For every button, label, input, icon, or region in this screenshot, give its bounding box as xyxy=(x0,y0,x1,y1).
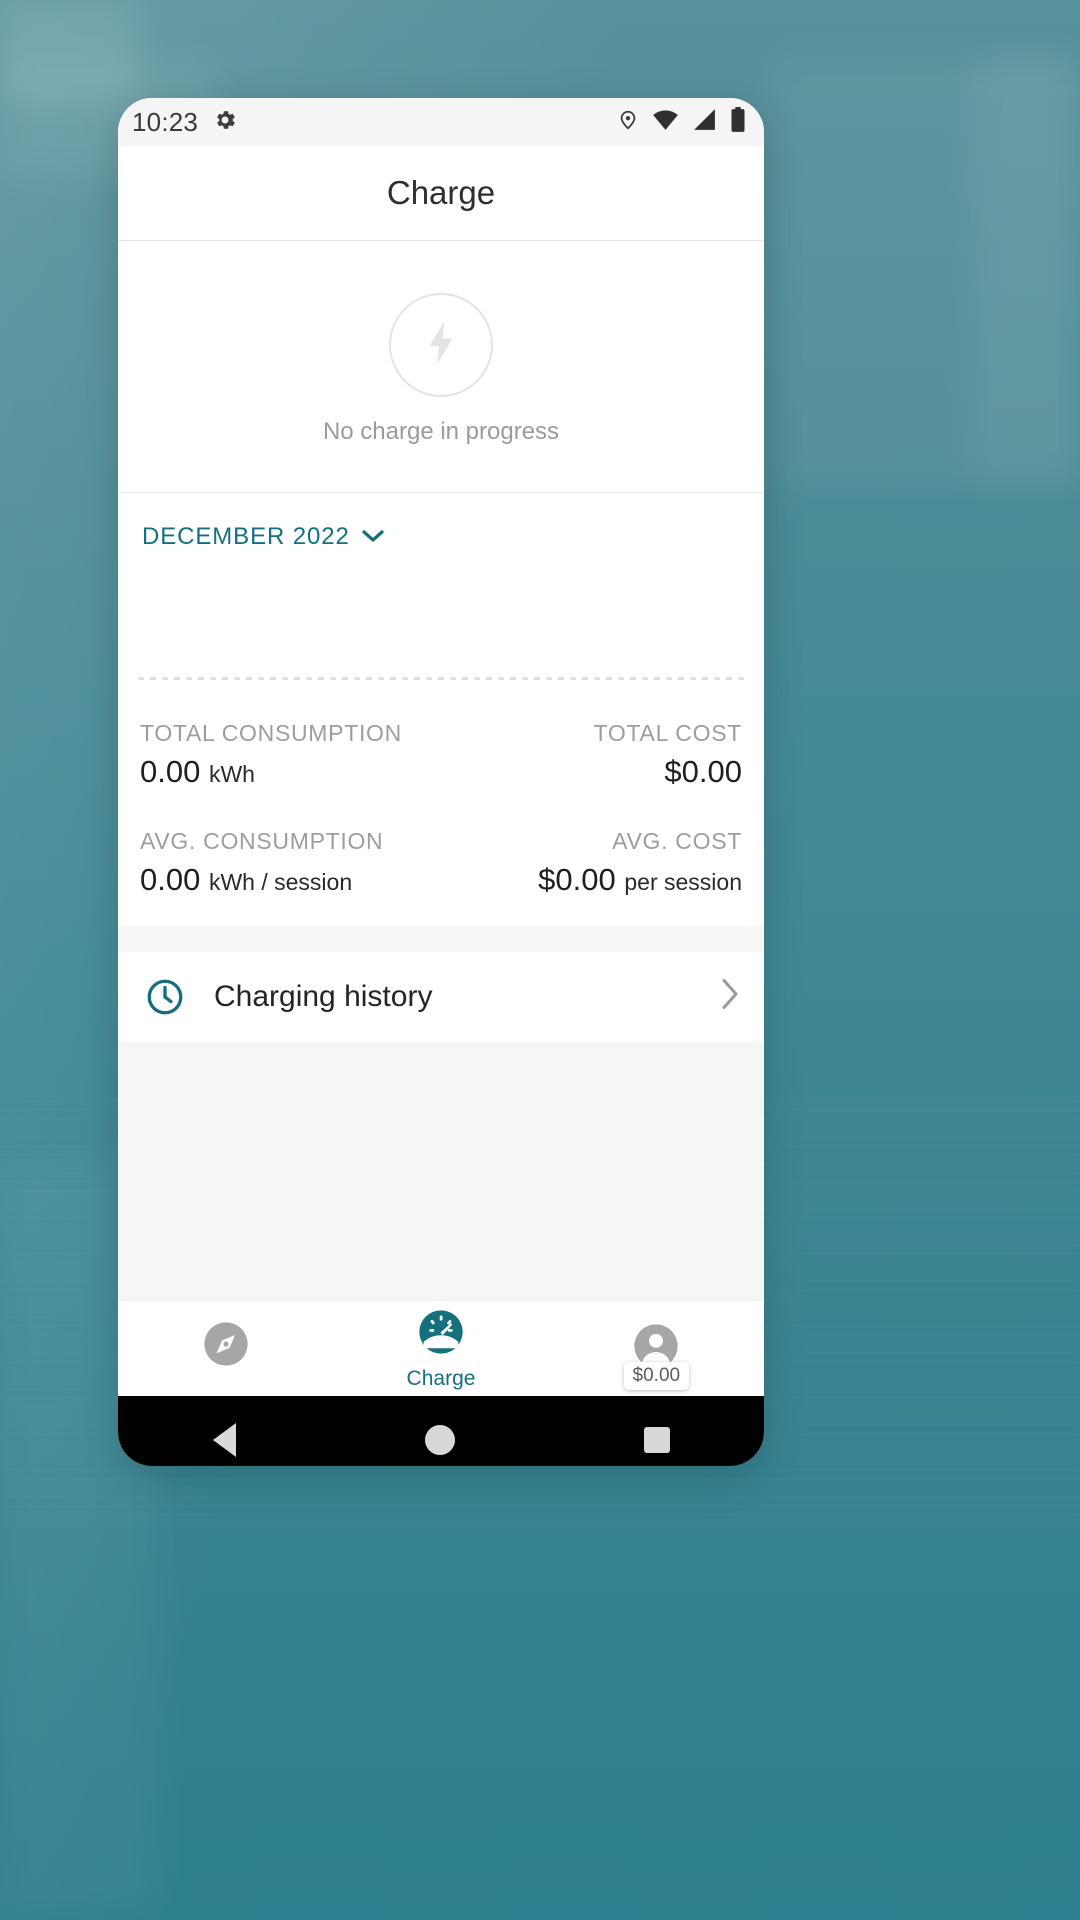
nav-label-charge: Charge xyxy=(406,1366,476,1390)
stat-unit: kWh / session xyxy=(208,868,353,895)
lightning-bolt-icon xyxy=(422,320,460,371)
stat-label: AVG. CONSUMPTION xyxy=(140,827,384,854)
bottom-navigation-bar: Charge $0.00 xyxy=(118,1299,764,1396)
stats-row-average: AVG. CONSUMPTION 0.00 kWh / session AVG.… xyxy=(140,828,742,898)
stat-label: AVG. COST xyxy=(612,827,742,854)
statistics-section: TOTAL CONSUMPTION 0.00 kWh TOTAL COST $0… xyxy=(118,693,764,926)
charge-status-panel: No charge in progress xyxy=(118,241,764,493)
stat-number: 0.00 xyxy=(140,861,201,897)
month-selector-label: DECEMBER 2022 xyxy=(142,522,350,550)
cellular-signal-icon xyxy=(692,108,717,136)
stat-number: $0.00 xyxy=(664,753,742,789)
status-bar-clock: 10:23 xyxy=(132,106,199,137)
nav-item-explore[interactable] xyxy=(118,1301,333,1396)
phone-screen: 10:23 Charge No charge in progress DECEM… xyxy=(118,98,764,1466)
home-button[interactable] xyxy=(424,1424,455,1455)
stat-label: TOTAL COST xyxy=(593,719,742,746)
status-bar: 10:23 xyxy=(118,98,764,146)
page-title: Charge xyxy=(386,174,496,211)
stat-avg-cost: AVG. COST $0.00 per session xyxy=(538,828,742,898)
stat-number: $0.00 xyxy=(538,861,616,897)
stat-value: 0.00 kWh xyxy=(140,754,402,790)
stat-avg-consumption: AVG. CONSUMPTION 0.00 kWh / session xyxy=(140,828,383,898)
chevron-right-icon xyxy=(718,976,742,1018)
gauge-icon xyxy=(415,1306,467,1363)
nav-item-account[interactable]: $0.00 xyxy=(549,1301,764,1396)
compass-icon xyxy=(200,1318,252,1375)
app-bar: Charge xyxy=(118,146,764,241)
android-system-navigation xyxy=(118,1395,764,1466)
chevron-down-icon xyxy=(361,523,385,551)
stat-unit: kWh xyxy=(208,760,255,787)
battery-icon xyxy=(730,106,746,138)
stat-total-consumption: TOTAL CONSUMPTION 0.00 kWh xyxy=(140,720,402,790)
gear-icon xyxy=(212,107,238,138)
status-bar-right-icons xyxy=(617,106,746,138)
stat-value: 0.00 kWh / session xyxy=(140,862,383,898)
recent-apps-button[interactable] xyxy=(643,1426,670,1453)
clock-icon xyxy=(144,976,196,1018)
empty-content-area xyxy=(118,1041,764,1300)
status-bar-left-icons xyxy=(212,107,238,138)
charging-history-label: Charging history xyxy=(214,979,433,1013)
stat-value: $0.00 per session xyxy=(538,862,742,898)
consumption-graph-area xyxy=(118,558,764,694)
month-selector-button[interactable]: DECEMBER 2022 xyxy=(142,523,385,551)
stat-unit: per session xyxy=(624,868,742,895)
month-selector-row: DECEMBER 2022 xyxy=(118,492,764,559)
location-pin-icon xyxy=(617,107,639,138)
stats-row-total: TOTAL CONSUMPTION 0.00 kWh TOTAL COST $0… xyxy=(140,720,742,790)
wifi-icon xyxy=(652,109,679,136)
stat-number: 0.00 xyxy=(140,753,201,789)
account-balance-tooltip: $0.00 xyxy=(623,1361,690,1390)
charge-status-caption: No charge in progress xyxy=(322,418,560,445)
charge-status-circle xyxy=(389,293,493,397)
back-button[interactable] xyxy=(212,1422,236,1457)
stat-value: $0.00 xyxy=(594,754,742,790)
nav-item-charge[interactable]: Charge xyxy=(333,1301,548,1396)
stat-total-cost: TOTAL COST $0.00 xyxy=(594,720,742,790)
stat-label: TOTAL CONSUMPTION xyxy=(140,719,402,746)
graph-baseline xyxy=(138,676,744,680)
charging-history-row[interactable]: Charging history xyxy=(118,951,764,1042)
section-divider xyxy=(118,925,764,952)
